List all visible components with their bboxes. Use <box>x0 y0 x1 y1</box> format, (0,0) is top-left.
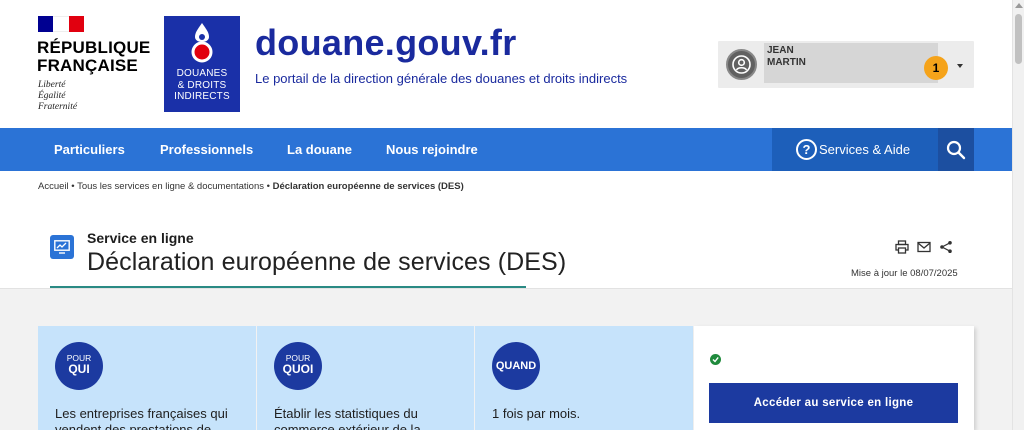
breadcrumb: Accueil • Tous les services en ligne & d… <box>38 181 464 192</box>
nav-item-nous-rejoindre[interactable]: Nous rejoindre <box>386 128 478 171</box>
info-card-when: QUAND 1 fois par mois. <box>475 326 693 430</box>
nav-item-professionnels[interactable]: Professionnels <box>160 128 253 171</box>
douanes-logo-text: DOUANES & DROITS INDIRECTS <box>174 68 230 102</box>
douanes-logo[interactable]: DOUANES & DROITS INDIRECTS <box>164 16 240 112</box>
services-aide-button[interactable]: ? Services & Aide <box>772 128 938 171</box>
site-title[interactable]: douane.gouv.fr <box>255 22 517 64</box>
services-aide-label: Services & Aide <box>819 142 911 157</box>
breadcrumb-home[interactable]: Accueil <box>38 181 69 192</box>
republic-flag-logo <box>38 16 84 32</box>
last-updated-date: Mise à jour le 08/07/2025 <box>851 268 958 279</box>
email-icon[interactable] <box>917 240 931 254</box>
nav-item-particuliers[interactable]: Particuliers <box>54 128 125 171</box>
help-icon: ? <box>796 139 817 160</box>
main-nav: Particuliers Professionnels La douane No… <box>0 128 1012 171</box>
info-card-what: POUR QUOI Établir les statistiques du co… <box>257 326 474 430</box>
search-button[interactable] <box>938 128 974 171</box>
page-title: Déclaration européenne de services (DES) <box>87 248 567 276</box>
chevron-down-icon[interactable] <box>957 64 963 68</box>
info-card-who-badge: POUR QUI <box>55 342 103 390</box>
access-service-panel: Accéder au service en ligne <box>694 326 974 430</box>
info-card-what-text: Établir les statistiques du commerce ext… <box>274 406 421 430</box>
user-first-name: JEAN <box>767 45 794 56</box>
site-tagline: Le portail de la direction générale des … <box>255 71 628 86</box>
page-actions <box>895 240 953 254</box>
badge-large-label: QUI <box>68 362 90 376</box>
badge-large-label: QUAND <box>495 360 537 372</box>
notification-badge[interactable]: 1 <box>924 56 948 80</box>
badge-large-label: QUOI <box>282 362 314 376</box>
search-icon <box>946 140 966 160</box>
flame-icon <box>191 23 213 63</box>
republic-name: RÉPUBLIQUE FRANÇAISE <box>37 38 151 75</box>
check-circle-icon <box>710 354 721 365</box>
scroll-up-arrow-icon[interactable] <box>1015 3 1023 8</box>
info-card-what-badge: POUR QUOI <box>274 342 322 390</box>
breadcrumb-parent[interactable]: Tous les services en ligne & documentati… <box>77 181 264 192</box>
user-avatar <box>726 49 757 80</box>
user-last-name: MARTIN <box>767 57 806 68</box>
share-icon[interactable] <box>939 240 953 254</box>
republic-motto: Liberté Égalité Fraternité <box>38 80 78 112</box>
info-card-when-text: 1 fois par mois. <box>492 406 581 421</box>
breadcrumb-current: Déclaration européenne de services (DES) <box>272 181 464 192</box>
online-service-icon <box>50 235 74 259</box>
info-card-who: POUR QUI Les entreprises françaises qui … <box>38 326 256 430</box>
info-card-when-badge: QUAND <box>492 342 540 390</box>
access-online-service-button[interactable]: Accéder au service en ligne <box>709 383 958 423</box>
print-icon[interactable] <box>895 240 909 254</box>
scrollbar-thumb[interactable] <box>1015 14 1022 64</box>
site-header: RÉPUBLIQUE FRANÇAISE Liberté Égalité Fra… <box>0 0 1012 128</box>
user-icon <box>732 55 751 74</box>
section-divider <box>0 288 1012 289</box>
info-card-who-text: Les entreprises françaises qui vendent d… <box>55 406 228 430</box>
page-scrollbar[interactable] <box>1012 0 1024 430</box>
service-kicker: Service en ligne <box>87 230 194 246</box>
user-menu[interactable]: JEAN MARTIN 1 <box>718 41 974 88</box>
nav-item-la-douane[interactable]: La douane <box>287 128 352 171</box>
